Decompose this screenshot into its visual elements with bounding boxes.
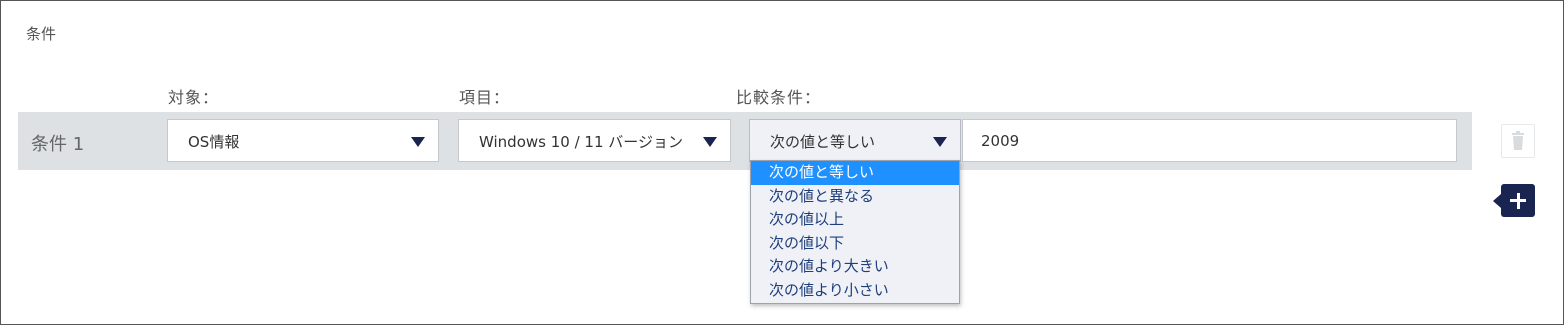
- compare-option[interactable]: 次の値より大きい: [751, 255, 959, 279]
- compare-option[interactable]: 次の値以上: [751, 208, 959, 232]
- section-title: 条件: [26, 25, 57, 43]
- trash-icon: [1512, 131, 1524, 150]
- caret-down-icon: [703, 137, 717, 147]
- compare-column-label: 比較条件：: [736, 88, 822, 107]
- target-select-value: OS情報: [188, 133, 240, 151]
- compare-option[interactable]: 次の値と等しい: [751, 161, 959, 185]
- add-condition-button[interactable]: [1493, 184, 1535, 217]
- item-select-value: Windows 10 / 11 バージョン: [479, 133, 683, 151]
- compare-option[interactable]: 次の値以下: [751, 232, 959, 256]
- compare-value-input[interactable]: [962, 119, 1457, 162]
- delete-condition-button[interactable]: [1501, 124, 1535, 158]
- compare-select[interactable]: 次の値と等しい: [749, 119, 961, 162]
- target-column-label: 対象：: [168, 88, 220, 107]
- compare-options-list: 次の値と等しい 次の値と異なる 次の値以上 次の値以下 次の値より大きい 次の値…: [750, 160, 960, 304]
- compare-option[interactable]: 次の値と異なる: [751, 185, 959, 209]
- item-column-label: 項目：: [459, 88, 511, 107]
- item-select[interactable]: Windows 10 / 11 バージョン: [458, 119, 731, 162]
- compare-select-value: 次の値と等しい: [770, 133, 876, 151]
- condition-row-label: 条件 1: [31, 134, 85, 155]
- caret-down-icon: [933, 137, 947, 147]
- target-select[interactable]: OS情報: [167, 119, 439, 162]
- compare-option[interactable]: 次の値より小さい: [751, 279, 959, 303]
- condition-panel: 条件 対象： 項目： 比較条件： 条件 1 OS情報 Windows 10 / …: [0, 0, 1564, 325]
- caret-down-icon: [411, 137, 425, 147]
